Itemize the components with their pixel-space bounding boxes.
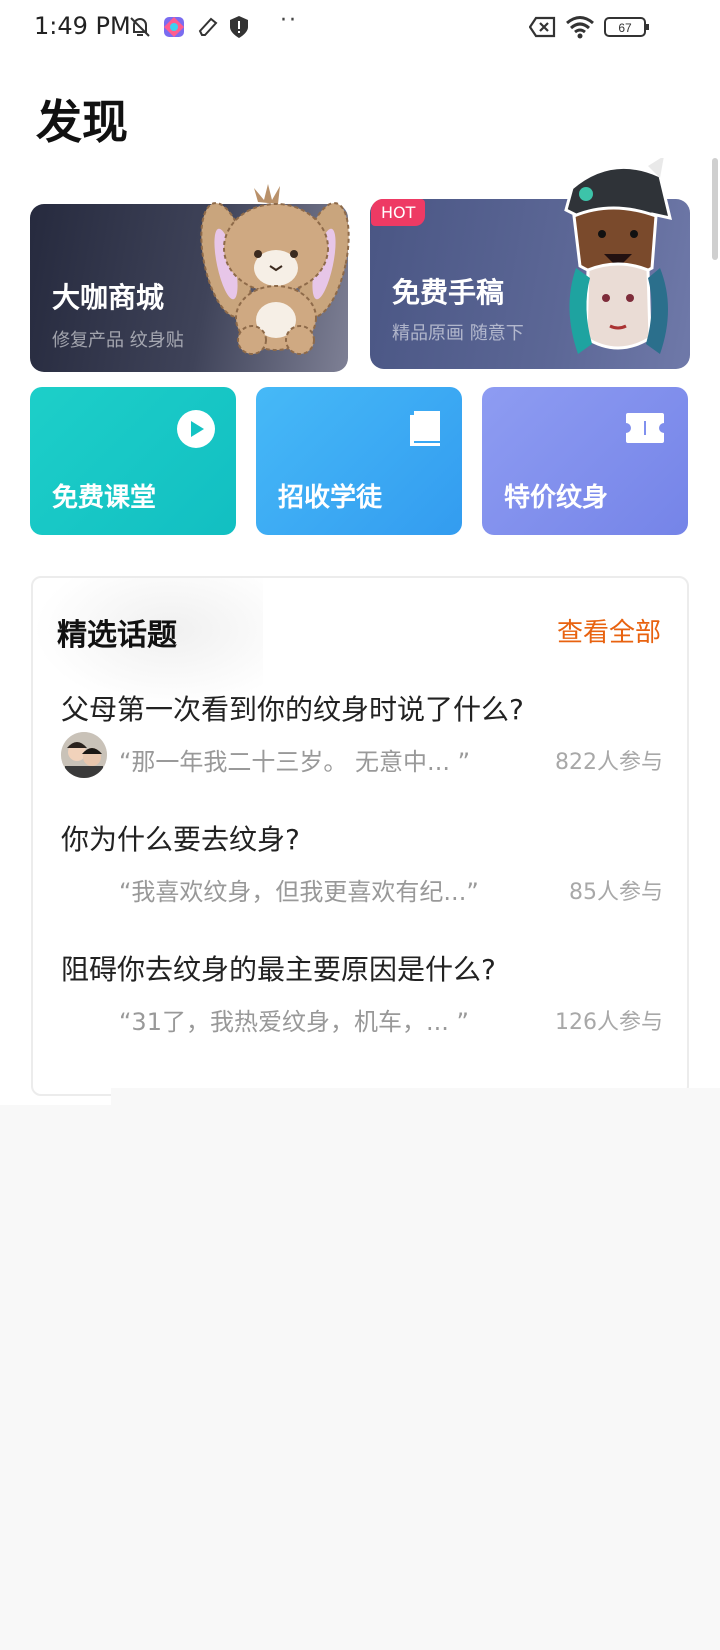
battery-level: 67	[618, 21, 632, 35]
topic-participants: 126人参与	[555, 1010, 663, 1035]
free-draft-subtitle: 精品原画 随意下	[392, 323, 524, 344]
status-bar: 1:49 PM ·· 67	[0, 0, 720, 56]
topic-quote: “我喜欢纹身，但我更喜欢有纪...”	[119, 878, 479, 906]
mall-title: 大咖商城	[52, 281, 165, 314]
scrollbar[interactable]	[712, 158, 718, 260]
free-class-card[interactable]: 免费课堂	[30, 387, 236, 535]
mute-bell-icon	[126, 14, 154, 40]
book-icon	[408, 409, 442, 451]
discount-tattoo-label: 特价纹身	[504, 483, 609, 513]
topic-quote: “31了，我热爱纹身，机车，... ”	[119, 1008, 469, 1036]
page-title: 发现	[36, 95, 128, 149]
avatar	[61, 732, 107, 778]
edit-icon	[194, 14, 222, 40]
topic-question: 父母第一次看到你的纹身时说了什么?	[61, 693, 524, 726]
play-icon	[176, 409, 216, 453]
hot-badge: HOT	[371, 199, 426, 226]
warrior-sticker-image	[552, 156, 682, 363]
free-draft-title: 免费手稿	[392, 276, 505, 309]
topic-item[interactable]: 父母第一次看到你的纹身时说了什么? “那一年我二十三岁。 无意中... ” 82…	[61, 688, 665, 798]
discount-tattoo-card[interactable]: 特价纹身	[482, 387, 688, 535]
battery-icon: 67	[604, 14, 650, 40]
apprentice-label: 招收学徒	[278, 483, 383, 513]
status-dots: ··	[280, 8, 298, 33]
shield-icon	[226, 14, 252, 40]
topics-heading: 精选话题	[57, 618, 177, 653]
app-icon	[160, 14, 188, 40]
sim-off-icon	[528, 14, 558, 40]
featured-topics-panel: 精选话题 查看全部 父母第一次看到你的纹身时说了什么? “那一年我二十三岁。 无…	[31, 576, 689, 1096]
wifi-icon	[564, 14, 596, 40]
topic-question: 阻碍你去纹身的最主要原因是什么?	[61, 953, 496, 986]
content-cutoff	[111, 1088, 720, 1108]
apprentice-card[interactable]: 招收学徒	[256, 387, 462, 535]
view-all-link[interactable]: 查看全部	[557, 612, 661, 649]
free-class-label: 免费课堂	[52, 483, 157, 513]
topic-quote: “那一年我二十三岁。 无意中... ”	[119, 748, 471, 776]
topic-item[interactable]: 你为什么要去纹身? “我喜欢纹身，但我更喜欢有纪...” 85人参与	[61, 818, 665, 928]
topic-question: 你为什么要去纹身?	[61, 823, 300, 856]
ticket-icon	[624, 411, 666, 449]
discover-screen: 1:49 PM ·· 67 发现 大咖商城 修复产品 纹身贴 HOT 免费手稿	[0, 0, 720, 1650]
status-time: 1:49 PM	[34, 12, 131, 40]
mall-subtitle: 修复产品 纹身贴	[52, 330, 184, 351]
topic-participants: 822人参与	[555, 750, 663, 775]
bunny-sticker-image	[196, 180, 356, 360]
topic-participants: 85人参与	[569, 880, 663, 905]
topic-item[interactable]: 阻碍你去纹身的最主要原因是什么? “31了，我热爱纹身，机车，... ” 126…	[61, 948, 665, 1058]
